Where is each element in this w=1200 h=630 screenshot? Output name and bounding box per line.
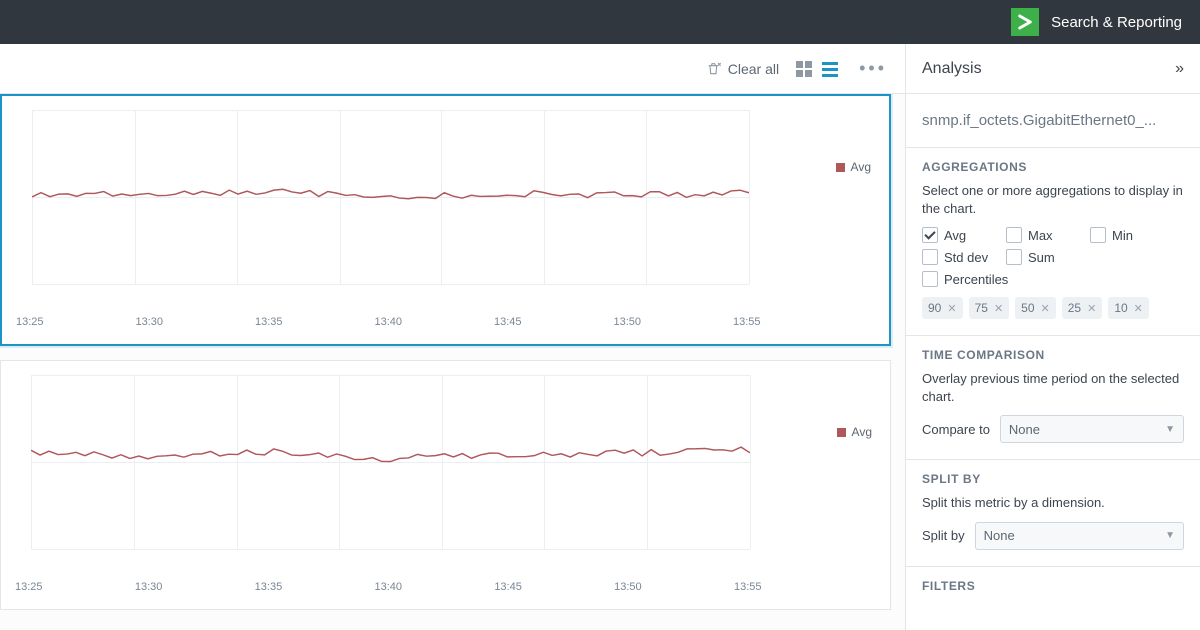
percentile-chip[interactable]: 75 ✕ — [969, 297, 1010, 319]
checkbox-icon — [1090, 227, 1106, 243]
select-value: None — [984, 528, 1015, 543]
checkbox-label: Max — [1028, 228, 1053, 243]
chart-legend: Avg — [836, 160, 871, 174]
brand-icon — [1011, 8, 1039, 36]
chart-area: Avg — [0, 94, 905, 630]
panel-collapse-icon[interactable]: » — [1175, 60, 1184, 78]
split-by-section: SPLIT BY Split this metric by a dimensio… — [906, 460, 1200, 567]
chip-label: 25 — [1068, 301, 1081, 315]
top-bar: Search & Reporting — [0, 0, 1200, 44]
chart-plot — [31, 375, 750, 549]
field-label: Split by — [922, 528, 965, 543]
percentile-chip[interactable]: 10 ✕ — [1108, 297, 1149, 319]
checkbox-stddev[interactable]: Std dev — [922, 249, 994, 265]
grid-view-icon[interactable] — [795, 60, 813, 78]
legend-swatch — [837, 428, 846, 437]
metric-name[interactable]: snmp.if_octets.GigabitEthernet0_... — [906, 94, 1200, 148]
panel-header: Analysis » — [906, 44, 1200, 94]
panel-title: Analysis — [922, 60, 982, 78]
aggregations-section: AGGREGATIONS Select one or more aggregat… — [906, 148, 1200, 336]
checkbox-max[interactable]: Max — [1006, 227, 1078, 243]
checkbox-label: Std dev — [944, 250, 988, 265]
field-label: Compare to — [922, 422, 990, 437]
more-menu-icon[interactable]: ••• — [855, 58, 891, 79]
close-icon[interactable]: ✕ — [1041, 302, 1050, 315]
select-value: None — [1009, 422, 1040, 437]
list-view-icon[interactable] — [821, 60, 839, 78]
percentile-chip[interactable]: 50 ✕ — [1015, 297, 1056, 319]
split-by-select[interactable]: None ▼ — [975, 522, 1184, 550]
view-toggle — [795, 60, 839, 78]
time-comparison-section: TIME COMPARISON Overlay previous time pe… — [906, 336, 1200, 460]
section-heading: TIME COMPARISON — [922, 348, 1184, 362]
checkbox-label: Percentiles — [944, 272, 1008, 287]
clear-all-button[interactable]: Clear all — [706, 61, 779, 77]
close-icon[interactable]: ✕ — [947, 302, 956, 315]
checkbox-min[interactable]: Min — [1090, 227, 1162, 243]
close-icon[interactable]: ✕ — [1134, 302, 1143, 315]
chip-label: 90 — [928, 301, 941, 315]
chart-plot — [32, 110, 749, 284]
chevron-down-icon: ▼ — [1165, 424, 1175, 435]
legend-label: Avg — [852, 425, 872, 439]
percentile-chip[interactable]: 25 ✕ — [1062, 297, 1103, 319]
checkbox-icon — [1006, 249, 1022, 265]
analysis-panel: Analysis » snmp.if_octets.GigabitEtherne… — [905, 44, 1200, 630]
chart-card[interactable]: Avg — [0, 94, 891, 346]
chart-toolbar: Clear all ••• — [0, 44, 905, 94]
checkbox-icon — [922, 271, 938, 287]
section-heading: AGGREGATIONS — [922, 160, 1184, 174]
close-icon[interactable]: ✕ — [994, 302, 1003, 315]
legend-label: Avg — [851, 160, 871, 174]
checkbox-label: Min — [1112, 228, 1133, 243]
chevron-down-icon: ▼ — [1165, 530, 1175, 541]
section-heading: SPLIT BY — [922, 472, 1184, 486]
checkbox-sum[interactable]: Sum — [1006, 249, 1078, 265]
checkbox-icon — [922, 227, 938, 243]
chart-legend: Avg — [837, 425, 872, 439]
close-icon[interactable]: ✕ — [1087, 302, 1096, 315]
legend-swatch — [836, 163, 845, 172]
percentile-chip[interactable]: 90 ✕ — [922, 297, 963, 319]
clear-all-label: Clear all — [728, 61, 779, 77]
checkbox-label: Sum — [1028, 250, 1055, 265]
chart-card[interactable]: Avg — [0, 360, 891, 610]
section-heading: FILTERS — [922, 579, 1184, 593]
checkbox-label: Avg — [944, 228, 966, 243]
chip-label: 50 — [1021, 301, 1034, 315]
app-title: Search & Reporting — [1051, 14, 1182, 31]
section-desc: Select one or more aggregations to displ… — [922, 182, 1184, 217]
checkbox-avg[interactable]: Avg — [922, 227, 994, 243]
section-desc: Overlay previous time period on the sele… — [922, 370, 1184, 405]
percentile-chips: 90 ✕ 75 ✕ 50 ✕ 25 ✕ 10 ✕ — [922, 297, 1184, 319]
checkbox-icon — [1006, 227, 1022, 243]
checkbox-percentiles[interactable]: Percentiles — [922, 271, 1042, 287]
chip-label: 75 — [975, 301, 988, 315]
chip-label: 10 — [1114, 301, 1127, 315]
compare-to-select[interactable]: None ▼ — [1000, 415, 1184, 443]
filters-section: FILTERS — [906, 567, 1200, 617]
checkbox-icon — [922, 249, 938, 265]
section-desc: Split this metric by a dimension. — [922, 494, 1184, 512]
clear-icon — [706, 61, 722, 77]
